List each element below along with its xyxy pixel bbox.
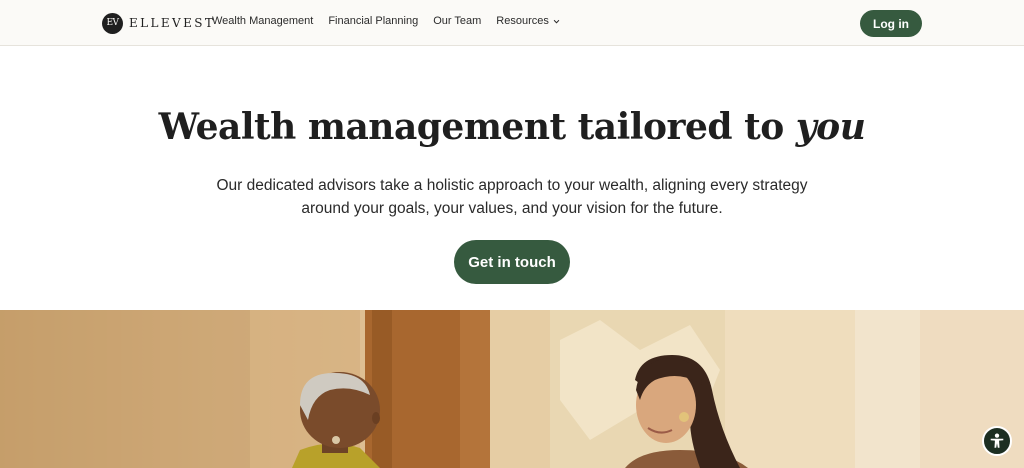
accessibility-button[interactable] bbox=[982, 426, 1012, 456]
logo-mark: EV bbox=[102, 12, 123, 34]
nav-item-label: Financial Planning bbox=[328, 15, 419, 27]
advisor-meeting-illustration bbox=[0, 310, 1024, 468]
title-main: Wealth management tailored to bbox=[158, 106, 785, 148]
accessibility-icon bbox=[990, 433, 1004, 448]
login-button[interactable]: Log in bbox=[860, 10, 922, 37]
nav-item-label: Our Team bbox=[433, 15, 482, 27]
nav-item-wealth-management[interactable]: Wealth Management bbox=[212, 15, 313, 27]
site-header: EV ELLEVEST Wealth Management Financial … bbox=[0, 0, 1024, 46]
hero-subtitle-line-2: around your goals, your values, and your… bbox=[301, 200, 723, 217]
nav-item-resources[interactable]: Resources bbox=[496, 15, 560, 27]
page-title: Wealth management tailored to you bbox=[0, 106, 1024, 148]
nav-item-financial-planning[interactable]: Financial Planning bbox=[328, 15, 418, 27]
ellevest-logo[interactable]: EV ELLEVEST bbox=[102, 12, 215, 34]
main-nav: Wealth Management Financial Planning Our… bbox=[212, 15, 560, 27]
title-emphasis: you bbox=[795, 106, 866, 148]
get-in-touch-button[interactable]: Get in touch bbox=[454, 240, 570, 284]
nav-item-label: Resources bbox=[496, 15, 549, 27]
chevron-down-icon bbox=[553, 19, 560, 23]
hero-photo bbox=[0, 310, 1024, 468]
hero-subtitle: Our dedicated advisors take a holistic a… bbox=[200, 174, 824, 220]
hero-subtitle-line-1: Our dedicated advisors take a holistic a… bbox=[216, 177, 808, 194]
nav-item-our-team[interactable]: Our Team bbox=[433, 15, 481, 27]
nav-item-label: Wealth Management bbox=[212, 15, 314, 27]
logo-wordmark: ELLEVEST bbox=[129, 16, 216, 30]
